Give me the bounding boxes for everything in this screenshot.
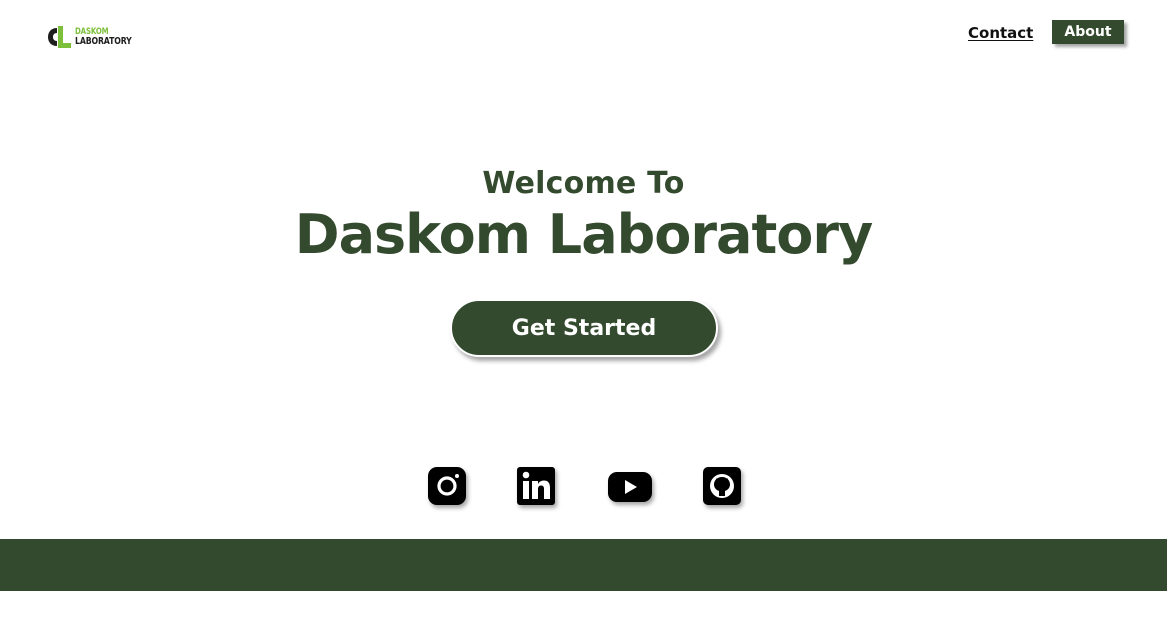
get-started-button[interactable]: Get Started (450, 299, 718, 357)
github-icon[interactable] (702, 466, 742, 506)
hero-welcome-text: Welcome To (482, 166, 685, 201)
logo-icon (46, 24, 72, 50)
instagram-icon[interactable] (427, 466, 467, 506)
logo-line-2: LABORATORY (75, 36, 132, 47)
brand-logo[interactable]: DASKOM LABORATORY (46, 24, 148, 50)
nav-about-button[interactable]: About (1052, 20, 1124, 44)
linkedin-icon[interactable] (516, 466, 556, 506)
logo-text: DASKOM LABORATORY (75, 27, 148, 47)
youtube-icon[interactable] (607, 466, 653, 506)
footer-band (0, 539, 1167, 591)
landing-page: DASKOM LABORATORY Contact About Welcome … (0, 0, 1167, 619)
hero-title: Daskom Laboratory (294, 203, 873, 266)
nav-contact-link[interactable]: Contact (968, 24, 1033, 42)
